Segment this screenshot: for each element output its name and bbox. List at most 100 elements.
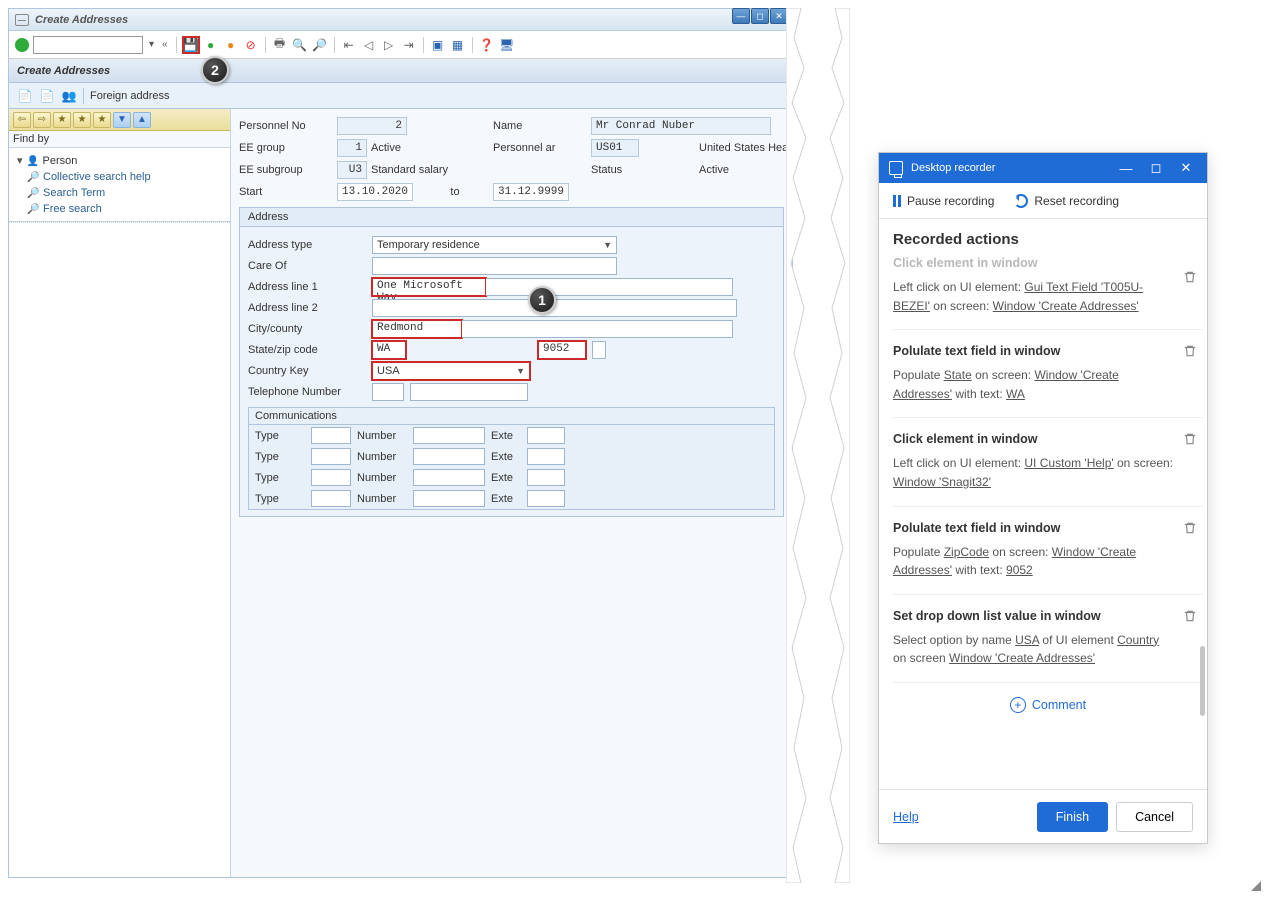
action-link[interactable]: Window 'Create Addresses' [993,299,1139,313]
finish-button[interactable]: Finish [1037,802,1108,832]
comm-ext-input[interactable] [527,469,565,486]
minimize-icon[interactable]: — [732,8,750,24]
comm-type-input[interactable] [311,427,351,444]
nav-star2-icon[interactable]: ★ [73,112,91,128]
trash-icon[interactable] [1183,521,1197,535]
address-line1-label: Address line 1 [248,281,366,293]
nav-fwd-icon[interactable]: ⇨ [33,112,51,128]
recorder-maximize-icon[interactable]: ◻ [1145,160,1167,176]
action-link[interactable]: UI Custom 'Help' [1024,456,1113,470]
next-page-icon[interactable]: ▷ [381,37,397,53]
action-link[interactable]: State [944,368,972,382]
county-input[interactable] [462,320,733,338]
action-link[interactable]: USA [1015,633,1039,647]
help-link[interactable]: Help [893,810,919,824]
country-select[interactable]: USA▼ [372,362,530,380]
action-link[interactable]: Window 'Snagit32' [893,475,991,489]
care-of-input[interactable] [372,257,617,275]
nav-expand-icon[interactable]: ▼ [113,112,131,128]
recorder-window: Desktop recorder — ◻ ✕ Pause recording R… [878,152,1208,844]
trash-icon[interactable] [1183,344,1197,358]
dropdown-icon[interactable]: ▾ [147,39,156,50]
action-link[interactable]: WA [1006,387,1025,401]
trash-icon[interactable] [1183,609,1197,623]
settings-icon[interactable]: 🖥 [499,37,515,53]
reset-recording-button[interactable]: Reset recording [1014,194,1119,208]
find-icon[interactable]: 🔍 [292,37,308,53]
tree-person[interactable]: ▾Person [13,152,226,169]
pause-recording-button[interactable]: Pause recording [893,194,994,208]
back-icon[interactable]: ● [203,37,219,53]
layout-icon[interactable]: ▦ [450,37,466,53]
comm-type-input[interactable] [311,448,351,465]
recorder-close-icon[interactable]: ✕ [1175,160,1197,176]
zip-ext-input[interactable] [592,341,606,359]
collapse-icon[interactable]: « [160,39,170,50]
recorded-actions-list[interactable]: Click element in window Left click on UI … [879,256,1207,789]
start-field[interactable]: 13.10.2020 [337,183,413,201]
exit-icon[interactable]: ● [223,37,239,53]
tree-free-search[interactable]: Free search [13,201,226,217]
city-input[interactable]: Redmond [372,320,462,338]
comm-number-input[interactable] [413,469,485,486]
help-icon[interactable]: ❓ [479,37,495,53]
add-comment-button[interactable]: + Comment [893,683,1203,727]
recorder-minimize-icon[interactable]: — [1115,161,1137,176]
comm-type-input[interactable] [311,490,351,507]
comm-ext-input[interactable] [527,448,565,465]
recorder-scrollbar[interactable] [1200,516,1205,716]
comm-number-input[interactable] [413,448,485,465]
tree-collective[interactable]: Collective search help [13,169,226,185]
comm-ext-input[interactable] [527,427,565,444]
comm-number-input[interactable] [413,427,485,444]
comm-number-input[interactable] [413,490,485,507]
menu-icon[interactable] [15,14,29,26]
trash-icon[interactable] [1183,270,1197,284]
foreign-address-label[interactable]: Foreign address [90,90,170,102]
to-field[interactable]: 31.12.9999 [493,183,569,201]
comm-ext-input[interactable] [527,490,565,507]
save-icon[interactable]: 💾 [183,37,199,53]
nav-star3-icon[interactable]: ★ [93,112,111,128]
maximize-icon[interactable]: ◻ [751,8,769,24]
doc2-icon[interactable]: 📄 [39,88,55,104]
recorder-app-icon [889,161,903,175]
command-field[interactable] [33,36,143,54]
comm-type-input[interactable] [311,469,351,486]
cancel-button[interactable]: Cancel [1116,802,1193,832]
action-link[interactable]: Window 'Create Addresses' [949,651,1095,665]
phone-number-input[interactable] [410,383,528,401]
print-icon[interactable]: 🖶 [272,37,288,53]
zip-input[interactable]: 9052 [538,341,586,359]
nav-back-icon[interactable]: ⇦ [13,112,31,128]
nav-collapse-icon[interactable]: ▲ [133,112,151,128]
person-icon[interactable]: 👥 [61,88,77,104]
find-next-icon[interactable]: 🔎 [312,37,328,53]
phone-prefix-input[interactable] [372,383,404,401]
tree-search-term[interactable]: Search Term [13,185,226,201]
ee-subgroup-text: Standard salary [371,164,448,176]
trash-icon[interactable] [1183,432,1197,446]
action-link[interactable]: ZipCode [944,545,989,559]
new-session-icon[interactable]: ▣ [430,37,446,53]
action-link[interactable]: Country [1117,633,1159,647]
address-line1-input-hl[interactable]: One Microsoft Way [372,278,486,296]
action-body: Left click on UI element: Gui Text Field… [893,278,1175,315]
last-page-icon[interactable]: ⇥ [401,37,417,53]
state-input[interactable]: WA [372,341,406,359]
cancel-icon[interactable]: ⊘ [243,37,259,53]
enter-icon[interactable] [15,38,29,52]
sap-titlebar: Create Addresses — ◻ ✕ [9,9,792,31]
doc-icon[interactable]: 📄 [17,88,33,104]
action-title: Click element in window [893,432,1175,446]
address-type-select[interactable]: Temporary residence▼ [372,236,617,254]
country-label: Country Key [248,365,366,377]
nav-star1-icon[interactable]: ★ [53,112,71,128]
prev-page-icon[interactable]: ◁ [361,37,377,53]
address-line1-input-ext[interactable] [486,278,733,296]
action-link[interactable]: 9052 [1006,563,1033,577]
recorded-action-card: Polulate text field in windowPopulate Zi… [893,507,1203,595]
resize-handle-icon[interactable] [1251,881,1261,891]
personnel-no-field[interactable]: 2 [337,117,407,135]
first-page-icon[interactable]: ⇤ [341,37,357,53]
